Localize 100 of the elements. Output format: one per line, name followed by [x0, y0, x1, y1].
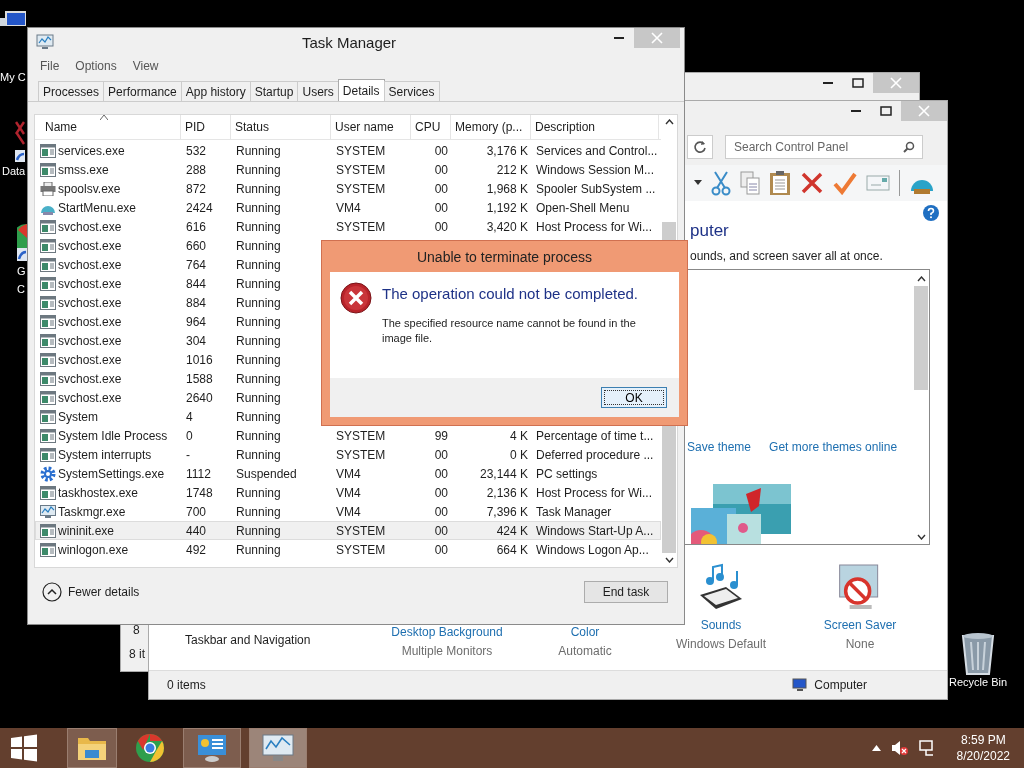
cut-icon[interactable]: [711, 170, 731, 196]
scroll-down-icon[interactable]: [664, 557, 674, 563]
database-shortcut-icon[interactable]: [15, 120, 25, 164]
setting-title[interactable]: Sounds: [700, 618, 742, 632]
table-cell-text: 0 K: [509, 447, 529, 462]
table-cell-text: 2640: [185, 390, 214, 405]
table-cell-text: 844: [185, 276, 208, 291]
clock-date[interactable]: 8/20/2022: [956, 748, 1010, 764]
table-cell-text: SYSTEM: [335, 162, 387, 177]
tab[interactable]: Services: [383, 81, 440, 101]
app-window-icon: [40, 314, 56, 329]
table-cell-text: 664 K: [495, 542, 529, 557]
column-header[interactable]: Status: [235, 120, 270, 134]
table-cell: services.exe: [58, 143, 125, 158]
item-count: 8: [132, 623, 140, 637]
menu-item[interactable]: View: [132, 59, 159, 78]
app-window-icon: [40, 143, 56, 158]
table-cell-text: Running: [235, 314, 282, 329]
fewer-details-button[interactable]: Fewer details: [42, 582, 140, 602]
desktop-icon-label[interactable]: Recycle Bin: [949, 676, 1008, 688]
search-icon[interactable]: [903, 141, 915, 153]
table-cell-text: 1588: [185, 371, 214, 386]
search-field[interactable]: Search Control Panel: [725, 135, 923, 159]
setting-title[interactable]: Color: [570, 625, 600, 639]
table-cell: winlogon.exe: [58, 542, 129, 557]
column-header[interactable]: CPU: [415, 120, 441, 134]
window-title: Task Manager: [300, 33, 398, 51]
checkmark-icon[interactable]: [833, 171, 857, 195]
refresh-button[interactable]: [687, 135, 713, 159]
desktop-icon-label[interactable]: My C: [0, 70, 26, 85]
column-header[interactable]: PID: [185, 120, 205, 134]
refresh-icon[interactable]: [693, 140, 707, 154]
app-window-icon: [40, 257, 56, 272]
app-window-icon: [40, 276, 56, 291]
table-cell: svchost.exe: [58, 238, 122, 253]
setting-title[interactable]: Desktop Background: [391, 625, 503, 639]
tab[interactable]: App history: [180, 81, 251, 101]
muted-speaker-icon[interactable]: [890, 740, 909, 756]
scroll-up-icon[interactable]: [664, 119, 674, 125]
show-hidden-icons-icon[interactable]: [871, 745, 881, 751]
taskbar-button[interactable]: [184, 729, 240, 767]
browser-shortcut-icon[interactable]: [17, 222, 27, 262]
browser-icon[interactable]: [135, 733, 165, 763]
end-task-button[interactable]: End task: [584, 581, 668, 603]
collapse-icon[interactable]: [42, 582, 62, 602]
start-button[interactable]: [10, 734, 38, 762]
table-cell-text: 616: [185, 219, 208, 234]
scroll-up-icon[interactable]: [916, 276, 926, 282]
table-cell-text: 00: [433, 523, 449, 538]
table-cell-text: VM4: [335, 504, 362, 519]
control-panel-icon[interactable]: [196, 733, 228, 763]
column-header[interactable]: Description: [535, 120, 596, 134]
table-cell-text: Running: [235, 162, 282, 177]
desktop-icon-label[interactable]: G C: [17, 262, 26, 298]
table-cell: System interrupts: [58, 447, 152, 462]
app-window-icon: [40, 428, 56, 443]
table-cell-text: 424 K: [495, 523, 529, 538]
clock-time[interactable]: 8:59 PM: [960, 732, 1006, 748]
menu-item[interactable]: Options: [75, 59, 117, 78]
page-description: ounds, and screen saver all at once.: [690, 249, 883, 263]
tab[interactable]: Details: [337, 79, 385, 101]
table-cell-text: Running: [235, 428, 282, 443]
delete-icon[interactable]: [800, 171, 824, 195]
printer-icon: [40, 181, 56, 196]
error-icon: [340, 282, 372, 314]
setting-title[interactable]: Screen Saver: [823, 618, 897, 632]
maximize-icon[interactable]: [880, 106, 892, 116]
taskbar-button[interactable]: [68, 729, 116, 767]
clipboard-icon[interactable]: [769, 170, 791, 196]
scroll-down-icon[interactable]: [916, 534, 926, 540]
computer-icon: [792, 678, 809, 692]
column-header[interactable]: User name: [335, 120, 394, 134]
table-cell-text: 700: [185, 504, 208, 519]
table-cell-text: 00: [433, 162, 449, 177]
table-cell: StartMenu.exe: [58, 200, 137, 215]
taskbar-button[interactable]: [250, 729, 306, 767]
table-cell-text: 00: [433, 143, 449, 158]
ok-button[interactable]: OK: [601, 387, 667, 408]
scrollbar-thumb[interactable]: [914, 286, 928, 390]
table-cell-text: SYSTEM: [335, 542, 387, 557]
table-cell-text: 7,396 K: [485, 504, 529, 519]
help-icon[interactable]: [923, 205, 939, 221]
column-header[interactable]: Memory (p...: [455, 120, 523, 134]
theme-link[interactable]: Get more themes online: [769, 440, 898, 454]
tab[interactable]: Startup: [249, 81, 299, 101]
maximize-icon[interactable]: [852, 78, 864, 88]
table-cell-text: Running: [235, 409, 282, 424]
desktop-icon-label[interactable]: Data: [2, 164, 26, 179]
tab[interactable]: Processes: [38, 81, 105, 101]
column-header[interactable]: Name: [45, 120, 77, 134]
table-cell: wininit.exe: [58, 523, 115, 538]
dropdown-caret-icon[interactable]: [694, 180, 702, 186]
table-cell-text: -: [185, 447, 191, 462]
theme-link[interactable]: Save theme: [687, 440, 752, 454]
menu-item[interactable]: File: [40, 59, 60, 78]
monitor-chart-icon[interactable]: [261, 733, 295, 763]
table-cell: svchost.exe: [58, 314, 122, 329]
table-cell: spoolsv.exe: [58, 181, 121, 196]
computer-icon[interactable]: [0, 10, 26, 26]
setting-value: Automatic: [558, 644, 612, 658]
